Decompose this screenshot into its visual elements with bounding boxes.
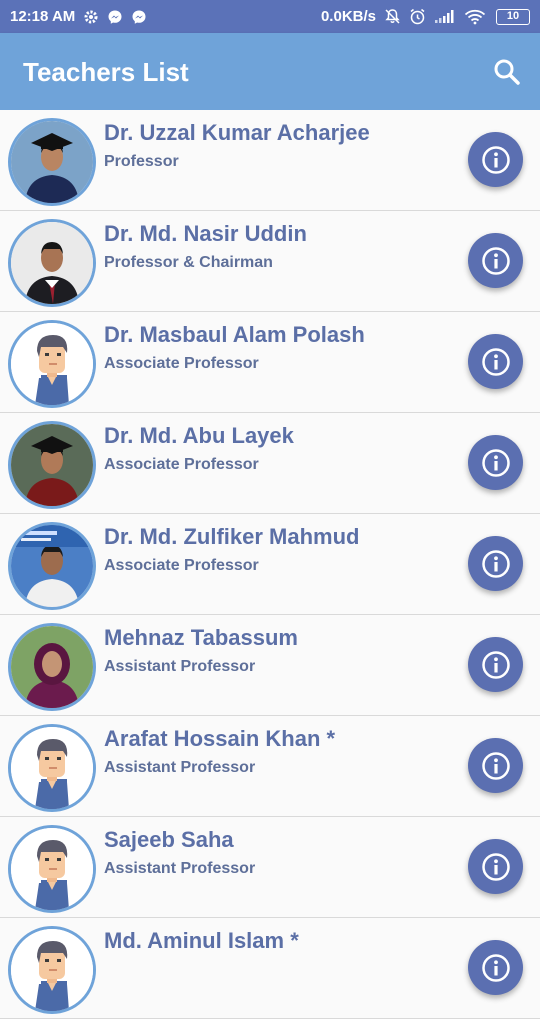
info-button[interactable]	[468, 132, 523, 187]
info-icon	[481, 549, 510, 578]
avatar	[8, 421, 96, 509]
teacher-row[interactable]: Dr. Md. Abu Layek Associate Professor	[0, 413, 540, 514]
teacher-designation: Assistant Professor	[104, 759, 256, 776]
info-button[interactable]	[468, 839, 523, 894]
status-bar: 12:18 AM 0.0KB/s 10	[0, 0, 540, 33]
avatar	[8, 320, 96, 408]
gear-icon	[83, 9, 99, 25]
info-icon	[481, 751, 510, 780]
avatar	[8, 219, 96, 307]
info-button[interactable]	[468, 940, 523, 995]
avatar	[8, 522, 96, 610]
teacher-row[interactable]: Dr. Md. Nasir Uddin Professor & Chairman	[0, 211, 540, 312]
info-button[interactable]	[468, 637, 523, 692]
teacher-name: Arafat Hossain Khan *	[104, 726, 336, 751]
info-button[interactable]	[468, 334, 523, 389]
info-icon	[481, 246, 510, 275]
info-icon	[481, 145, 510, 174]
avatar	[8, 623, 96, 711]
teacher-designation: Assistant Professor	[104, 860, 256, 877]
info-icon	[481, 852, 510, 881]
alarm-icon	[409, 8, 426, 25]
teacher-name: Dr. Md. Abu Layek	[104, 423, 294, 448]
battery-level: 10	[506, 10, 520, 22]
teacher-name: Dr. Uzzal Kumar Acharjee	[104, 120, 370, 145]
teacher-designation: Associate Professor	[104, 355, 259, 372]
info-button[interactable]	[468, 435, 523, 490]
status-time: 12:18 AM	[10, 8, 76, 25]
teacher-row[interactable]: Md. Aminul Islam *	[0, 918, 540, 1019]
messenger-icon	[107, 9, 123, 25]
app-bar: Teachers List	[0, 33, 540, 110]
teacher-row[interactable]: Mehnaz Tabassum Assistant Professor	[0, 615, 540, 716]
info-icon	[481, 953, 510, 982]
avatar	[8, 724, 96, 812]
teacher-row[interactable]: Dr. Uzzal Kumar Acharjee Professor	[0, 110, 540, 211]
teacher-name: Mehnaz Tabassum	[104, 625, 298, 650]
teacher-row[interactable]: Arafat Hossain Khan * Assistant Professo…	[0, 716, 540, 817]
signal-icon	[434, 9, 456, 24]
teacher-row[interactable]: Dr. Masbaul Alam Polash Associate Profes…	[0, 312, 540, 413]
network-speed: 0.0KB/s	[320, 8, 376, 25]
avatar	[8, 118, 96, 206]
info-icon	[481, 650, 510, 679]
info-button[interactable]	[468, 233, 523, 288]
teacher-row[interactable]: Dr. Md. Zulfiker Mahmud Associate Profes…	[0, 514, 540, 615]
info-button[interactable]	[468, 536, 523, 591]
teacher-name: Dr. Md. Nasir Uddin	[104, 221, 307, 246]
avatar	[8, 825, 96, 913]
teacher-designation: Associate Professor	[104, 557, 259, 574]
teacher-designation: Professor	[104, 153, 179, 170]
messenger-icon	[131, 9, 147, 25]
teacher-designation: Associate Professor	[104, 456, 259, 473]
teacher-name: Md. Aminul Islam *	[104, 928, 299, 953]
info-button[interactable]	[468, 738, 523, 793]
search-button[interactable]	[492, 57, 522, 87]
info-icon	[481, 448, 510, 477]
teacher-row[interactable]: Sajeeb Saha Assistant Professor	[0, 817, 540, 918]
page-title: Teachers List	[23, 57, 189, 87]
teacher-name: Dr. Md. Zulfiker Mahmud	[104, 524, 360, 549]
search-icon	[494, 59, 520, 85]
teacher-list: Dr. Uzzal Kumar Acharjee Professor Dr. M…	[0, 110, 540, 1019]
wifi-icon	[464, 9, 486, 25]
avatar	[8, 926, 96, 1014]
teacher-designation: Assistant Professor	[104, 658, 256, 675]
teacher-name: Sajeeb Saha	[104, 827, 234, 852]
teacher-designation: Professor & Chairman	[104, 254, 273, 271]
info-icon	[481, 347, 510, 376]
teacher-name: Dr. Masbaul Alam Polash	[104, 322, 365, 347]
battery-icon: 10	[496, 8, 530, 25]
bell-off-icon	[384, 8, 401, 25]
